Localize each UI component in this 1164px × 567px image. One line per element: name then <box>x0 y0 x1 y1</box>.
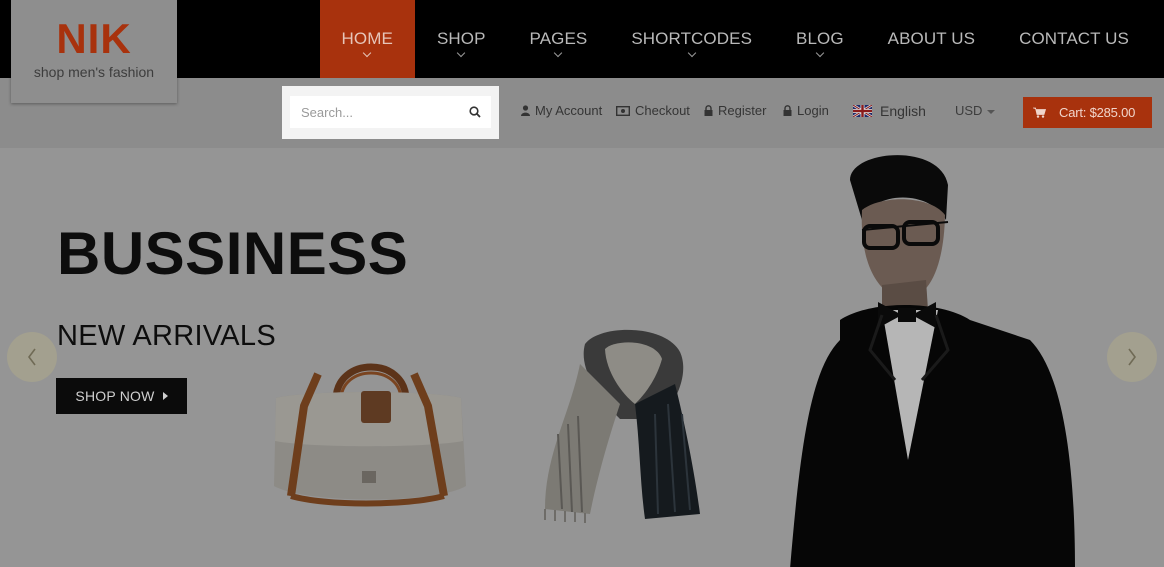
search-container <box>282 86 499 139</box>
nav-item-label: SHORTCODES <box>631 29 753 48</box>
bag-product-image <box>274 363 466 507</box>
chevron-down-icon <box>363 48 372 58</box>
register-label: Register <box>718 103 767 118</box>
currency-selector[interactable]: USD <box>955 103 996 118</box>
nav-item-pages[interactable]: PAGES <box>508 0 610 78</box>
search-box <box>290 96 491 128</box>
my-account-label: My Account <box>535 103 603 118</box>
checkout-link[interactable]: Checkout <box>616 103 690 118</box>
my-account-link[interactable]: My Account <box>521 103 602 118</box>
nav-item-contact-us[interactable]: CONTACT US <box>997 0 1151 78</box>
chevron-down-icon <box>456 48 466 58</box>
login-label: Login <box>797 103 829 118</box>
nav-item-label: ABOUT US <box>887 29 976 48</box>
checkout-icon <box>616 105 630 116</box>
nav-item-home[interactable]: HOME <box>319 0 415 78</box>
shop-now-label: SHOP NOW <box>75 388 155 404</box>
nav-item-label: BLOG <box>796 29 844 48</box>
model-image <box>790 155 1075 567</box>
login-link[interactable]: Login <box>783 103 829 118</box>
chevron-right-icon <box>1128 348 1136 366</box>
caret-down-icon <box>987 109 996 114</box>
cart-button[interactable]: Cart: $285.00 <box>1023 97 1152 128</box>
chevron-left-icon <box>28 348 36 366</box>
caret-right-icon <box>162 392 168 400</box>
slider-prev-button[interactable] <box>7 332 57 382</box>
nav-item-about-us[interactable]: ABOUT US <box>866 0 997 78</box>
lock-icon <box>704 105 713 116</box>
nav-item-label: SHOP <box>436 29 486 48</box>
cart-label: Cart: $285.00 <box>1059 105 1136 120</box>
language-selector[interactable]: English <box>853 103 926 119</box>
search-input[interactable] <box>290 96 460 128</box>
lock-icon <box>783 105 792 116</box>
nav-item-label: PAGES <box>529 29 588 48</box>
logo-brand: NIK <box>56 15 132 62</box>
uk-flag-icon <box>853 105 872 117</box>
nav-item-blog[interactable]: BLOG <box>774 0 866 78</box>
nav-item-label: HOME <box>341 29 393 48</box>
chevron-down-icon <box>554 48 563 58</box>
search-icon[interactable] <box>469 106 481 118</box>
user-icon <box>521 105 530 116</box>
chevron-down-icon <box>815 48 825 58</box>
language-label: English <box>880 103 926 119</box>
nav-item-shortcodes[interactable]: SHORTCODES <box>609 0 774 78</box>
scarf-product-image <box>544 329 700 523</box>
cart-icon <box>1033 107 1046 118</box>
register-link[interactable]: Register <box>704 103 766 118</box>
main-nav: HOME SHOP PAGES SHORTCODES BLOG ABOUT US… <box>319 0 1151 78</box>
checkout-label: Checkout <box>635 103 690 118</box>
currency-label: USD <box>955 103 983 118</box>
hero-subtitle: NEW ARRIVALS <box>57 320 277 352</box>
hero-title: BUSSINESS <box>57 220 409 287</box>
shop-now-button[interactable]: SHOP NOW <box>56 378 187 414</box>
nav-item-label: CONTACT US <box>1019 29 1129 48</box>
slider-next-button[interactable] <box>1107 332 1157 382</box>
nav-item-shop[interactable]: SHOP <box>415 0 508 78</box>
site-logo[interactable]: NIK shop men's fashion <box>11 0 177 103</box>
logo-tagline: shop men's fashion <box>33 64 155 80</box>
chevron-down-icon <box>687 48 696 58</box>
hero-slider: BUSSINESS NEW ARRIVALS SHOP NOW <box>0 148 1164 567</box>
